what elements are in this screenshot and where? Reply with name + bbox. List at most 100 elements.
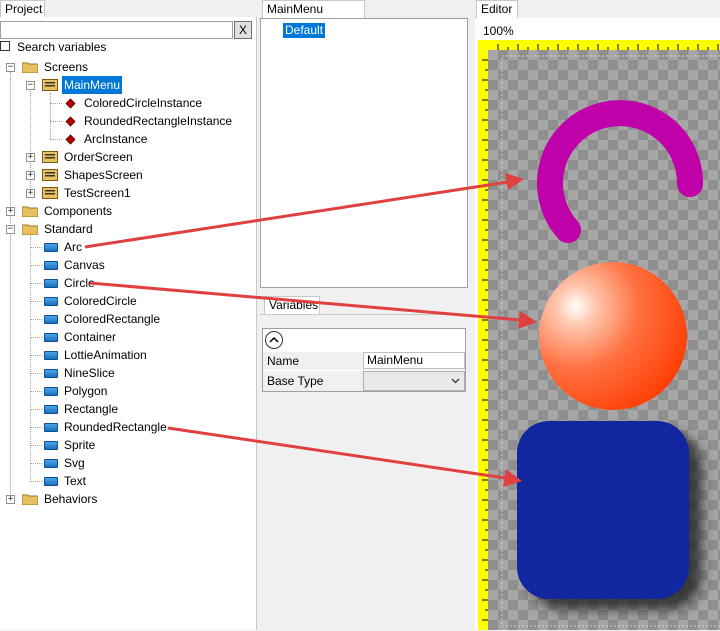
tree-node-instance[interactable]: ArcInstance — [0, 130, 256, 148]
tree-node-standard-item[interactable]: Polygon — [0, 382, 256, 400]
tree-label: Screens — [44, 60, 89, 74]
instance-icon — [65, 98, 76, 109]
collapse-icon[interactable]: − — [6, 63, 15, 72]
variable-name: Base Type — [267, 374, 324, 388]
colored-circle-instance[interactable] — [539, 262, 687, 410]
tab-project[interactable]: Project — [0, 0, 45, 18]
tree-node-standard-item[interactable]: Rectangle — [0, 400, 256, 418]
tree-label: Circle — [64, 276, 95, 290]
tree-label: LottieAnimation — [64, 348, 147, 362]
screen-icon — [42, 151, 58, 163]
tree-node-standard-item[interactable]: ColoredRectangle — [0, 310, 256, 328]
expand-icon[interactable]: + — [6, 207, 15, 216]
tree-node-standard-item[interactable]: Circle — [0, 274, 256, 292]
tree-label: Sprite — [64, 438, 96, 452]
tree-node-instance[interactable]: RoundedRectangleInstance — [0, 112, 256, 130]
tree-node-screen[interactable]: + OrderScreen — [0, 148, 256, 166]
tree-label: Canvas — [64, 258, 105, 272]
standard-element-icon — [44, 369, 58, 378]
standard-element-icon — [44, 297, 58, 306]
ruler-left — [478, 40, 488, 630]
tree-node-standard-item[interactable]: Container — [0, 328, 256, 346]
ruler-top — [478, 40, 720, 50]
standard-element-icon — [44, 459, 58, 468]
name-field[interactable]: MainMenu — [363, 352, 465, 369]
clear-search-button[interactable]: X — [234, 21, 252, 39]
tree-label: Polygon — [64, 384, 108, 398]
tree-label: Components — [44, 204, 113, 218]
tree-label: ColoredRectangle — [64, 312, 161, 326]
screen-icon — [42, 187, 58, 199]
collapse-icon[interactable]: − — [6, 225, 15, 234]
rounded-rectangle-instance[interactable] — [517, 421, 689, 599]
expand-icon[interactable]: + — [26, 189, 35, 198]
search-variables-checkbox[interactable] — [0, 41, 10, 51]
tree-label: ShapesScreen — [64, 168, 143, 182]
tree-label: ArcInstance — [84, 132, 148, 146]
tab-editor[interactable]: Editor — [476, 0, 518, 18]
tab-variables[interactable]: Variables — [264, 296, 320, 314]
tree-label: Behaviors — [44, 492, 98, 506]
standard-element-icon — [44, 477, 58, 486]
tree-label: ColoredCircle — [64, 294, 137, 308]
expand-icon[interactable]: + — [26, 153, 35, 162]
tree-node-standard-item[interactable]: NineSlice — [0, 364, 256, 382]
tree-node-standard-item[interactable]: Sprite — [0, 436, 256, 454]
tree-label: TestScreen1 — [64, 186, 131, 200]
standard-element-icon — [44, 333, 58, 342]
standard-element-icon — [44, 387, 58, 396]
standard-element-icon — [44, 243, 58, 252]
zoom-level[interactable]: 100% — [483, 24, 514, 39]
tree-node-behaviors[interactable]: + Behaviors — [0, 490, 256, 508]
state-item-default[interactable]: Default — [283, 23, 326, 38]
standard-element-icon — [44, 351, 58, 360]
tree-node-standard-item[interactable]: RoundedRectangle — [0, 418, 256, 436]
tree-node-standard-item[interactable]: LottieAnimation — [0, 346, 256, 364]
search-input[interactable] — [0, 21, 233, 39]
tab-mainmenu-states[interactable]: MainMenu States — [262, 0, 365, 33]
folder-icon — [22, 62, 38, 73]
variable-row: Base Type — [263, 371, 465, 391]
variable-row: Name MainMenu — [263, 352, 465, 370]
standard-element-icon — [44, 405, 58, 414]
expand-icon[interactable]: + — [6, 495, 15, 504]
tree-label: Standard — [44, 222, 93, 236]
tree-node-standard-item[interactable]: Canvas — [0, 256, 256, 274]
tree-node-screens[interactable]: − Screens — [0, 58, 256, 76]
tree-node-screen[interactable]: + ShapesScreen — [0, 166, 256, 184]
standard-element-icon — [44, 279, 58, 288]
editor-canvas[interactable] — [478, 40, 720, 630]
tree-node-standard-item[interactable]: Arc — [0, 238, 256, 256]
chevron-down-icon — [451, 378, 460, 384]
standard-element-icon — [44, 441, 58, 450]
tree-node-standard-item[interactable]: Text — [0, 472, 256, 490]
tree-label: RoundedRectangle — [64, 420, 167, 434]
tree-node-standard-item[interactable]: Svg — [0, 454, 256, 472]
tree-label: Text — [64, 474, 87, 488]
tree-node-instance[interactable]: ColoredCircleInstance — [0, 94, 256, 112]
tree-label: OrderScreen — [64, 150, 133, 164]
folder-icon — [22, 224, 38, 235]
tree-node-mainmenu[interactable]: − MainMenu — [0, 76, 256, 94]
tree-label: Svg — [64, 456, 85, 470]
base-type-select[interactable] — [363, 371, 465, 391]
tree-node-standard[interactable]: − Standard — [0, 220, 256, 238]
tree-node-standard-item[interactable]: ColoredCircle — [0, 292, 256, 310]
standard-element-icon — [44, 261, 58, 270]
search-variables-label: Search variables — [17, 40, 107, 54]
tree-node-screen[interactable]: + TestScreen1 — [0, 184, 256, 202]
states-list — [260, 18, 468, 288]
tree-label: MainMenu — [62, 76, 123, 94]
tree-label: Rectangle — [64, 402, 119, 416]
tree-label: Container — [64, 330, 117, 344]
folder-icon — [22, 494, 38, 505]
tree-label: NineSlice — [64, 366, 115, 380]
instance-icon — [65, 134, 76, 145]
tree-node-components[interactable]: + Components — [0, 202, 256, 220]
variable-name: Name — [267, 354, 300, 368]
tree-label: RoundedRectangleInstance — [84, 114, 233, 128]
tree-label: ColoredCircleInstance — [84, 96, 203, 110]
expand-icon[interactable]: + — [26, 171, 35, 180]
collapse-icon[interactable]: − — [26, 81, 35, 90]
collapse-up-icon[interactable] — [265, 331, 283, 349]
